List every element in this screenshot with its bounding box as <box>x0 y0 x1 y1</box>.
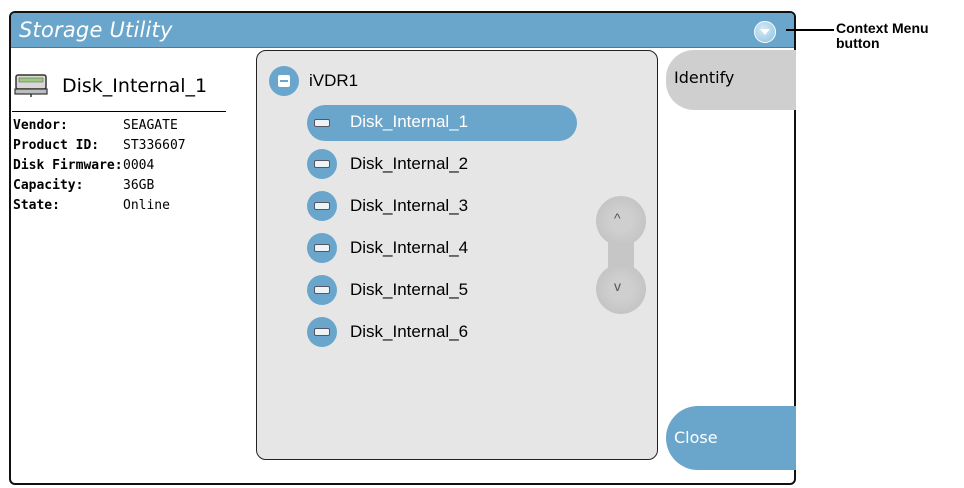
close-button[interactable]: Close <box>666 406 796 470</box>
callout-label: Context Menu button <box>836 21 929 51</box>
scroll-control: ^ v <box>596 196 646 314</box>
property-value: 0004 <box>123 158 155 173</box>
property-key: Product ID: <box>13 138 100 153</box>
hard-drive-icon <box>307 233 337 263</box>
hard-drive-icon <box>307 275 337 305</box>
tree-item-label: Disk_Internal_4 <box>350 238 469 257</box>
callout-line-2: button <box>836 35 880 51</box>
title-bar: Storage Utility <box>11 13 794 48</box>
callout-line <box>786 29 834 31</box>
tree-item-label: Disk_Internal_5 <box>350 280 469 299</box>
tree-item-label: Disk_Internal_6 <box>350 322 469 341</box>
tree-item-label: Disk_Internal_1 <box>350 112 469 131</box>
tree-item-disk-internal-1[interactable]: Disk_Internal_1 <box>307 105 577 141</box>
property-row: Product ID: ST336607 <box>13 138 186 158</box>
divider <box>12 111 226 112</box>
window-title: Storage Utility <box>19 18 173 42</box>
disk-tree-panel: iVDR1 Disk_Internal_1 Disk_Internal_2 Di… <box>256 50 658 460</box>
tree-item-label: Disk_Internal_2 <box>350 154 469 173</box>
property-key: Disk Firmware: <box>13 158 123 173</box>
scroll-up-button[interactable]: ^ <box>596 196 646 246</box>
property-value: Online <box>123 198 170 213</box>
identify-button[interactable]: Identify <box>666 50 796 110</box>
disk-properties: Vendor: SEAGATE Product ID: ST336607 Dis… <box>13 118 186 218</box>
hard-drive-icon <box>14 74 48 97</box>
identify-label: Identify <box>674 68 735 87</box>
disk-header: Disk_Internal_1 <box>14 72 224 102</box>
property-value: SEAGATE <box>123 118 178 133</box>
collapse-icon[interactable] <box>269 66 299 96</box>
callout-line-1: Context Menu <box>836 20 929 36</box>
context-menu-button[interactable] <box>754 21 776 43</box>
property-value: ST336607 <box>123 138 186 153</box>
property-row: Disk Firmware: 0004 <box>13 158 186 178</box>
property-row: Vendor: SEAGATE <box>13 118 186 138</box>
property-row: State: Online <box>13 198 186 218</box>
property-value: 36GB <box>123 178 155 193</box>
close-label: Close <box>674 428 718 447</box>
property-row: Capacity: 36GB <box>13 178 186 198</box>
chevron-down-icon: v <box>614 278 621 294</box>
disk-name: Disk_Internal_1 <box>62 75 208 97</box>
property-key: Vendor: <box>13 118 68 133</box>
tree-item-label: Disk_Internal_3 <box>350 196 469 215</box>
property-key: Capacity: <box>13 178 84 193</box>
tree-root-label: iVDR1 <box>309 71 359 90</box>
hard-drive-icon <box>307 191 337 221</box>
chevron-up-icon: ^ <box>614 210 621 226</box>
hard-drive-icon <box>307 317 337 347</box>
hard-drive-icon <box>307 149 337 179</box>
hard-drive-icon <box>307 108 337 138</box>
chevron-down-icon <box>760 29 770 35</box>
property-key: State: <box>13 198 60 213</box>
scroll-down-button[interactable]: v <box>596 264 646 314</box>
